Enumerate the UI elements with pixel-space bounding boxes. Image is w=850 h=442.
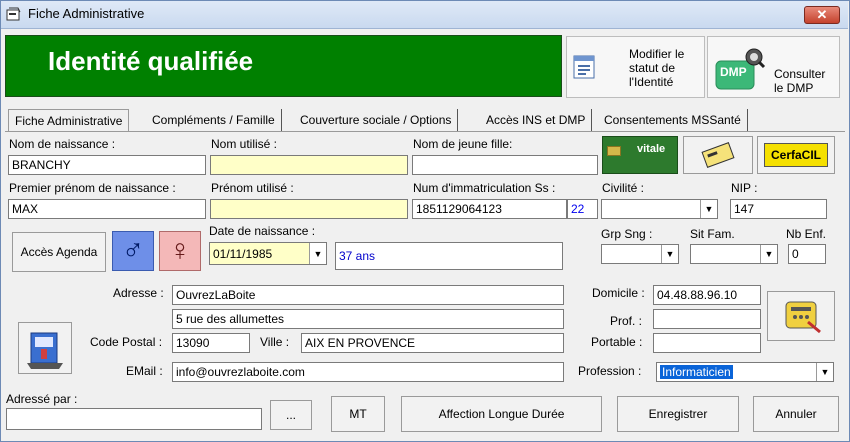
chip-icon — [607, 146, 621, 156]
mt-button[interactable]: MT — [331, 396, 385, 432]
address-book-icon — [27, 332, 63, 369]
phone-icon — [785, 301, 821, 334]
card-icon — [701, 142, 735, 168]
nb-enf-input[interactable]: 0 — [788, 244, 826, 264]
tab-label: Consentements MSSanté — [604, 113, 741, 127]
adresse-line2-input[interactable]: 5 rue des allumettes — [172, 309, 564, 329]
nb-enf-label: Nb Enf. — [786, 227, 827, 241]
tab-label: Couverture sociale / Options — [300, 113, 452, 127]
grp-sng-label: Grp Sng : — [601, 227, 653, 241]
close-button[interactable]: ✕ — [804, 6, 840, 24]
adresse-line1-input[interactable]: OuvrezLaBoite — [172, 285, 564, 305]
browse-button[interactable]: ... — [270, 400, 312, 430]
chevron-down-icon[interactable]: ▼ — [700, 200, 717, 218]
sit-fam-label: Sit Fam. — [690, 227, 735, 241]
dmp-badge-text: DMP — [720, 65, 747, 79]
code-postal-input[interactable]: 13090 — [172, 333, 250, 353]
date-naissance-label: Date de naissance : — [209, 224, 316, 238]
tab-couverture-sociale[interactable]: Couverture sociale / Options — [294, 109, 459, 131]
civilite-label: Civilité : — [602, 181, 645, 195]
nip-label: NIP : — [731, 181, 758, 195]
chevron-down-icon[interactable]: ▼ — [661, 245, 678, 263]
window-title: Fiche Administrative — [28, 6, 145, 21]
vitale-label: vitale — [637, 143, 666, 155]
tab-label: Compléments / Famille — [152, 113, 275, 127]
ville-input[interactable]: AIX EN PROVENCE — [301, 333, 564, 353]
domicile-input[interactable]: 04.48.88.96.10 — [653, 285, 761, 305]
nip-input[interactable]: 147 — [730, 199, 827, 219]
affection-longue-duree-button[interactable]: Affection Longue Durée — [401, 396, 602, 432]
consult-dmp-button[interactable]: DMP Consulter le DMP — [707, 36, 840, 98]
num-immat-input[interactable]: 1851129064123 — [412, 199, 567, 219]
male-button[interactable]: ♂ — [112, 231, 154, 271]
profession-label: Profession : — [578, 364, 642, 378]
phone-dial-button[interactable] — [767, 291, 835, 341]
vitale-card-button[interactable]: vitale — [602, 136, 678, 174]
tab-fiche-administrative[interactable]: Fiche Administrative — [8, 109, 130, 131]
grp-sng-select[interactable]: ▼ — [601, 244, 679, 264]
email-input[interactable]: info@ouvrezlaboite.com — [172, 362, 564, 382]
tab-complements-famille[interactable]: Compléments / Famille — [146, 109, 282, 131]
nom-naissance-input[interactable]: BRANCHY — [8, 155, 206, 175]
cancel-button[interactable]: Annuler — [753, 396, 839, 432]
nom-naissance-label: Nom de naissance : — [9, 137, 116, 151]
prof-label: Prof. : — [610, 314, 643, 328]
identity-banner: Identité qualifiée — [5, 35, 562, 97]
chevron-down-icon[interactable]: ▼ — [309, 243, 326, 264]
prenom-utilise-label: Prénom utilisé : — [211, 181, 294, 195]
tab-consentements-mssante[interactable]: Consentements MSSanté — [598, 109, 748, 131]
portable-input[interactable] — [653, 333, 761, 353]
prenom-utilise-input[interactable] — [210, 199, 408, 219]
tab-acces-ins-dmp[interactable]: Accès INS et DMP — [480, 109, 593, 131]
date-naissance-value: 01/11/1985 — [213, 247, 273, 261]
ville-label: Ville : — [260, 335, 290, 349]
adresse-par-label: Adressé par : — [6, 392, 78, 406]
profession-select[interactable]: Informaticien ▼ — [656, 362, 834, 382]
sit-fam-select[interactable]: ▼ — [690, 244, 778, 264]
age-display: 37 ans — [335, 242, 563, 270]
nom-utilise-input[interactable] — [210, 155, 408, 175]
document-list-icon — [571, 54, 599, 82]
consult-dmp-label: Consulter le DMP — [774, 67, 826, 95]
portable-label: Portable : — [591, 335, 643, 349]
cerfa-button[interactable]: CerfaCIL — [757, 136, 835, 174]
domicile-label: Domicile : — [592, 286, 645, 300]
num-immat-key[interactable]: 22 — [567, 199, 598, 219]
app-icon — [6, 6, 22, 22]
chevron-down-icon[interactable]: ▼ — [816, 363, 833, 381]
female-button[interactable]: ♀ — [159, 231, 201, 271]
address-book-button[interactable] — [18, 322, 72, 374]
cerfa-label: CerfaCIL — [764, 143, 828, 167]
premier-prenom-input[interactable]: MAX — [8, 199, 206, 219]
nom-jeune-fille-input[interactable] — [412, 155, 598, 175]
civilite-select[interactable]: ▼ — [601, 199, 718, 219]
tab-label: Fiche Administrative — [15, 114, 123, 128]
card-reader-button[interactable] — [683, 136, 753, 174]
premier-prenom-label: Premier prénom de naissance : — [9, 181, 176, 195]
profession-value: Informaticien — [660, 365, 733, 379]
prof-input[interactable] — [653, 309, 761, 329]
code-postal-label: Code Postal : — [90, 335, 163, 349]
modify-status-label: Modifier le statut de l'Identité — [629, 47, 685, 89]
banner-title: Identité qualifiée — [48, 46, 254, 76]
nom-jeune-fille-label: Nom de jeune fille: — [413, 137, 513, 151]
num-immat-label: Num d'immatriculation Ss : — [413, 181, 556, 195]
chevron-down-icon[interactable]: ▼ — [760, 245, 777, 263]
nom-utilise-label: Nom utilisé : — [211, 137, 278, 151]
date-naissance-input[interactable]: 01/11/1985 ▼ — [209, 242, 327, 265]
adresse-par-input[interactable] — [6, 408, 262, 430]
save-button[interactable]: Enregistrer — [617, 396, 739, 432]
acces-agenda-button[interactable]: Accès Agenda — [12, 232, 106, 272]
email-label: EMail : — [126, 364, 163, 378]
tab-label: Accès INS et DMP — [486, 113, 586, 127]
adresse-label: Adresse : — [113, 286, 164, 300]
modify-identity-status-button[interactable]: Modifier le statut de l'Identité — [566, 36, 705, 98]
